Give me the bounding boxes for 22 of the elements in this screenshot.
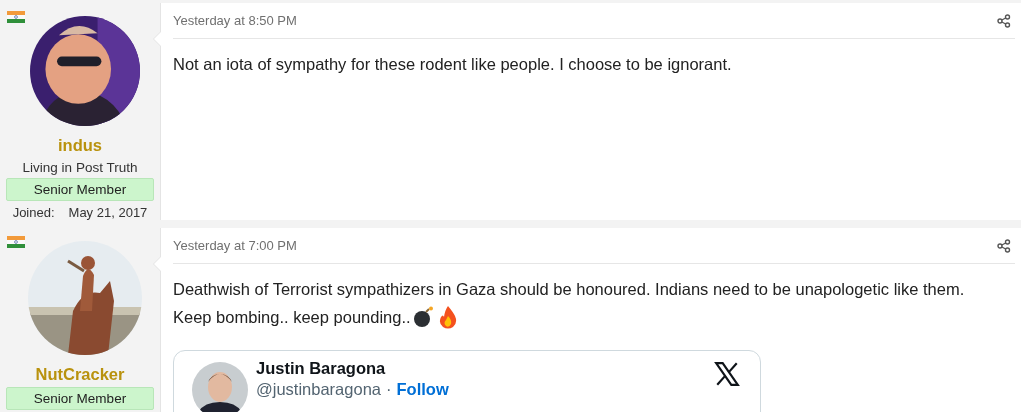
separator-dot: · (386, 380, 392, 399)
share-icon[interactable] (997, 238, 1011, 253)
rank-badge: Senior Member (6, 387, 154, 410)
message-text: Not an iota of sympathy for these rodent like people. I choose to be ignorant. (173, 54, 732, 75)
author-handle: @justinbaragona (256, 380, 381, 399)
username-link[interactable]: indus (58, 136, 102, 155)
user-title: Living in Post Truth (22, 160, 138, 175)
author-name: Justin Baragona (256, 359, 387, 378)
rank-badge: Senior Member (6, 178, 154, 201)
post-time-link[interactable]: Yesterday at 7:00 PM (173, 238, 297, 253)
post-time-link[interactable]: Yesterday at 8:50 PM (173, 13, 297, 28)
flag-icon (7, 11, 25, 23)
message-text: Deathwish of Terrorist sympathizers in Gaza should be honoured. Indians need to be unapologetic like them. (173, 279, 965, 300)
share-icon[interactable] (997, 13, 1011, 28)
x-logo-icon[interactable] (714, 361, 740, 387)
username-link[interactable]: NutCracker (35, 365, 125, 384)
flag-icon (7, 236, 25, 248)
follow-link[interactable]: Follow (396, 380, 449, 399)
bomb-icon (412, 306, 435, 328)
joined-label: Joined: (12, 205, 55, 220)
message-text: Keep bombing.. keep pounding.. (173, 307, 411, 328)
joined-date: May 21, 2017 (68, 205, 148, 220)
